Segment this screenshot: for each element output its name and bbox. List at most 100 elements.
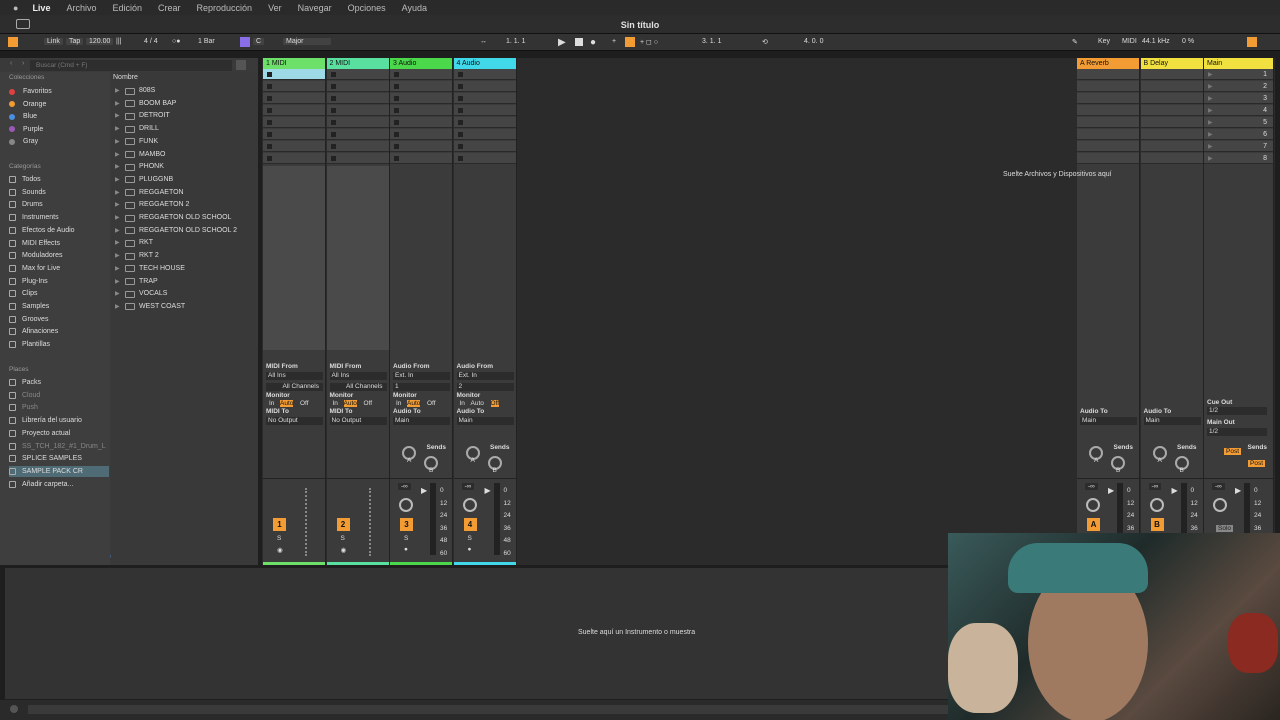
stop-clip-icon[interactable] [394,108,399,113]
expand-arrow-icon[interactable]: ▶ [115,149,125,161]
collection-0[interactable]: Favoritos [9,86,109,97]
stop-clip-icon[interactable] [267,72,272,77]
input-channel-select[interactable]: 2 [456,383,514,391]
quantize-select[interactable]: 1 Bar [198,38,215,45]
stop-clip-icon[interactable] [330,84,336,89]
menu-item-2[interactable]: Edición [112,3,142,13]
clip-slot[interactable] [390,117,452,128]
place-2[interactable]: Push [9,402,109,413]
monitor-off-button[interactable]: Off [427,400,436,407]
draw-icon[interactable]: ✎ [1072,38,1078,46]
expand-arrow-icon[interactable]: ▶ [115,212,125,224]
time-signature[interactable]: 4 / 4 [144,38,158,45]
monitor-in-button[interactable]: In [460,400,465,407]
stop-clip-icon[interactable] [394,132,399,137]
stop-clip-icon[interactable] [457,84,463,89]
scene-launch-icon[interactable]: ▶ [1208,131,1213,138]
clip-slot[interactable]: ▶ 3 [1204,93,1273,104]
track-header[interactable]: 3 Audio [390,58,452,69]
pan-knob[interactable] [1149,498,1164,512]
clip-slot[interactable] [1077,141,1139,152]
stop-clip-icon[interactable] [394,156,399,161]
menu-item-4[interactable]: Reproducción [197,3,253,13]
main-out-select[interactable]: 1/2 [1207,428,1267,436]
expand-arrow-icon[interactable]: ▶ [115,98,125,110]
category-12[interactable]: Afinaciones [9,326,109,337]
stop-clip-icon[interactable] [457,132,463,137]
monitor-off-button[interactable]: Off [300,400,309,407]
clip-slot[interactable] [263,129,325,140]
name-column-header[interactable]: Nombre [113,74,138,81]
track-header[interactable]: A Reverb [1077,58,1139,69]
folder-item[interactable]: ▶ REGGAETON 2 [115,199,255,211]
monitor-auto-button[interactable]: Auto [343,400,357,407]
solo-button[interactable]: S [277,535,281,542]
clip-slot[interactable] [326,105,389,116]
clip-slot[interactable] [1077,105,1139,116]
menu-item-5[interactable]: Ver [268,3,282,13]
clip-slot[interactable] [1140,141,1203,152]
folder-item[interactable]: ▶ REGGAETON OLD SCHOOL [115,212,255,224]
stop-clip-icon[interactable] [457,156,463,161]
input-channel-select[interactable]: All Channels [329,383,387,391]
category-3[interactable]: Instruments [9,212,109,223]
stop-clip-icon[interactable] [330,156,336,161]
forward-icon[interactable]: › [22,60,24,67]
pan-knob[interactable] [462,498,477,512]
place-1[interactable]: Cloud [9,390,109,401]
place-7[interactable]: SAMPLE PACK CR [9,465,109,477]
clip-slot[interactable] [263,81,325,92]
track-header[interactable]: 1 MIDI [263,58,325,69]
stop-clip-icon[interactable] [457,144,463,149]
expand-arrow-icon[interactable]: ▶ [115,161,125,173]
menu-item-3[interactable]: Crear [158,3,181,13]
category-6[interactable]: Moduladores [9,250,109,261]
folder-item[interactable]: ▶ DETROIT [115,110,255,122]
link-button[interactable]: Link [44,38,63,45]
stop-clip-icon[interactable] [330,108,336,113]
loop-length[interactable]: 4. 0. 0 [804,38,823,45]
fader-handle-icon[interactable]: ▶ [1172,486,1178,495]
expand-arrow-icon[interactable]: ▶ [115,174,125,186]
clip-slot[interactable] [390,153,452,164]
clip-slot[interactable] [390,141,452,152]
stop-icon[interactable] [575,38,583,46]
arm-icon[interactable]: ◉ [341,546,347,554]
scene-launch-icon[interactable]: ▶ [1208,95,1213,102]
folder-item[interactable]: ▶ DRILL [115,123,255,135]
track-header[interactable]: 4 Audio [453,58,516,69]
input-source-select[interactable]: Ext. In [456,372,514,380]
monitor-off-button[interactable]: Off [364,400,373,407]
output-select[interactable]: Main [393,417,450,425]
stop-clip-icon[interactable] [267,96,272,101]
clip-slot[interactable] [453,81,516,92]
track-activator-button[interactable]: 4 [463,518,477,531]
clip-slot[interactable] [453,69,516,80]
output-select[interactable]: Main [1080,417,1137,425]
category-1[interactable]: Sounds [9,187,109,198]
folder-item[interactable]: ▶ MAMBO [115,149,255,161]
stop-clip-icon[interactable] [394,120,399,125]
scene-launch-icon[interactable]: ▶ [1208,155,1213,162]
volume-value[interactable]: -∞ [398,483,411,490]
output-select[interactable]: Main [456,417,514,425]
loop-start[interactable]: 3. 1. 1 [702,38,721,45]
expand-arrow-icon[interactable]: ▶ [115,250,125,262]
key-map-button[interactable]: Key [1098,38,1110,45]
folder-item[interactable]: ▶ VOCALS [115,288,255,300]
fader-handle-icon[interactable]: ▶ [421,486,427,495]
clip-slot[interactable]: ▶ 5 [1204,117,1273,128]
category-9[interactable]: Clips [9,288,109,299]
fader-handle-icon[interactable]: ▶ [485,486,491,495]
expand-arrow-icon[interactable]: ▶ [115,263,125,275]
clip-slot[interactable] [263,93,325,104]
clip-slot[interactable] [1077,69,1139,80]
stop-clip-icon[interactable] [267,120,272,125]
stop-clip-icon[interactable] [394,72,399,77]
pan-knob[interactable] [1213,498,1227,512]
category-4[interactable]: Efectos de Audio [9,225,109,236]
clip-slot[interactable] [263,141,325,152]
tap-button[interactable]: Tap [66,38,84,45]
stop-clip-icon[interactable] [330,120,336,125]
input-source-select[interactable]: All Ins [266,372,323,380]
